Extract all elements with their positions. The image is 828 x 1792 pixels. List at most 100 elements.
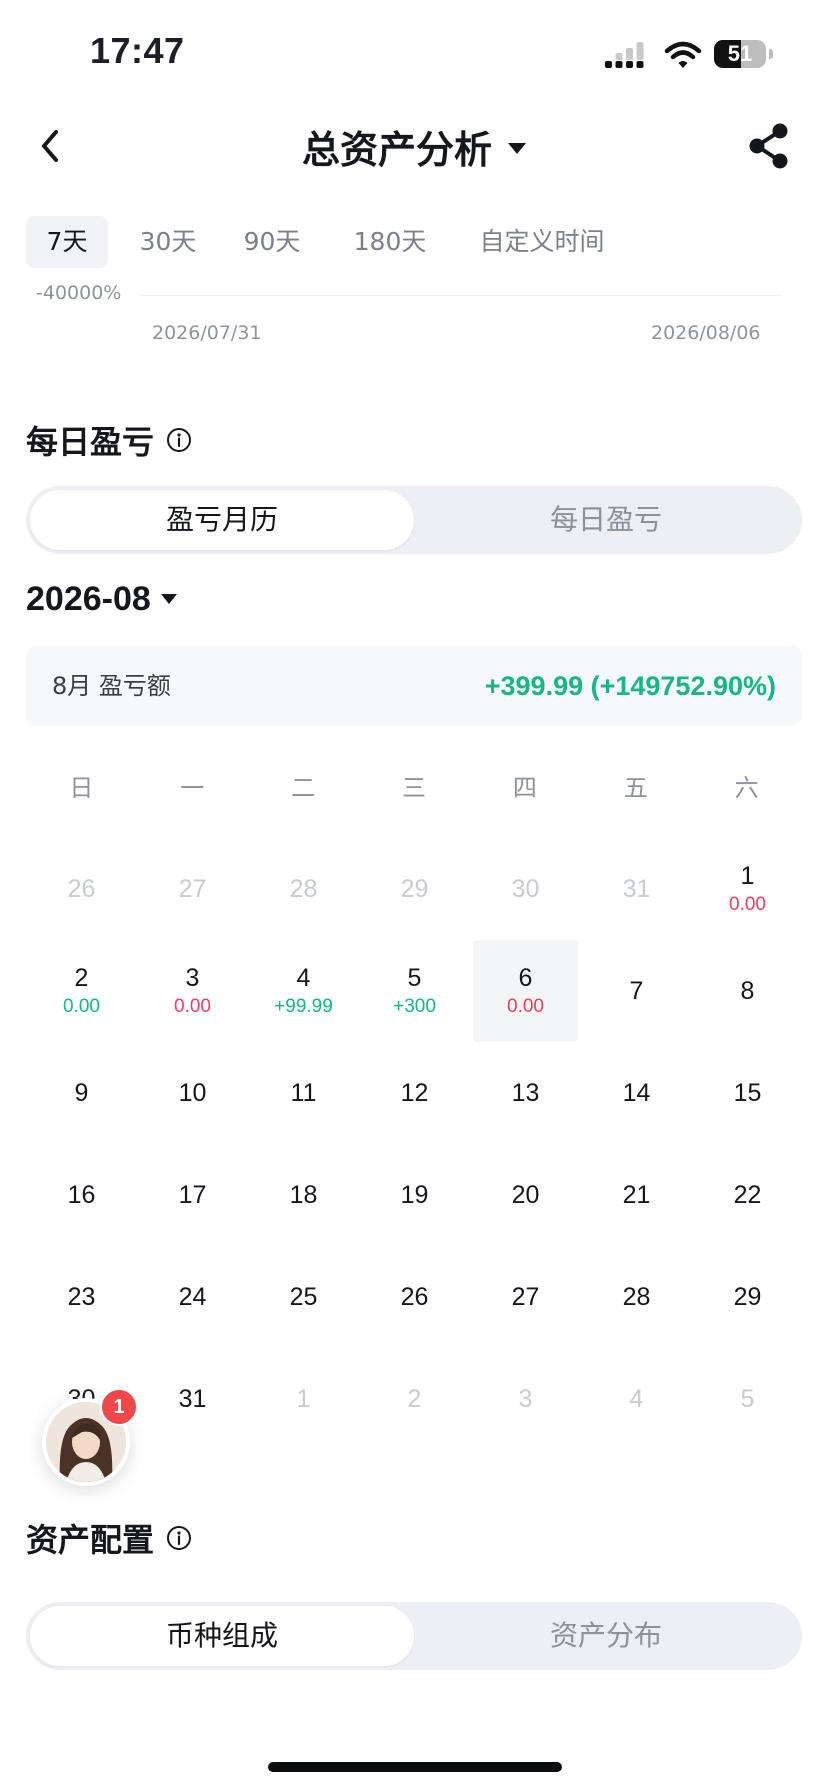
calendar-day[interactable]: 16 bbox=[26, 1144, 137, 1246]
day-number: 25 bbox=[289, 1283, 318, 1311]
day-number: 29 bbox=[733, 1283, 762, 1311]
calendar-day: 30 bbox=[470, 838, 581, 940]
day-number: 20 bbox=[511, 1181, 540, 1209]
calendar-day[interactable]: 25 bbox=[248, 1246, 359, 1348]
day-number: 29 bbox=[400, 875, 429, 903]
calendar-day[interactable]: 26 bbox=[359, 1246, 470, 1348]
day-number: 26 bbox=[400, 1283, 429, 1311]
calendar-day[interactable]: 13 bbox=[470, 1042, 581, 1144]
calendar-day: 1 bbox=[248, 1348, 359, 1450]
day-number: 8 bbox=[740, 977, 755, 1005]
weekday-label: 四 bbox=[512, 774, 537, 802]
day-number: 11 bbox=[290, 1079, 317, 1107]
day-number: 4 bbox=[296, 964, 311, 992]
chart-x-start-label: 2026/07/31 bbox=[152, 322, 262, 344]
day-number: 26 bbox=[67, 875, 96, 903]
weekday-label: 六 bbox=[734, 774, 759, 802]
day-number: 27 bbox=[511, 1283, 540, 1311]
segment-currency-composition[interactable]: 币种组成 bbox=[30, 1606, 414, 1666]
day-number: 24 bbox=[178, 1283, 207, 1311]
day-number: 1 bbox=[740, 862, 755, 890]
tab-30d[interactable]: 30天 bbox=[126, 216, 210, 268]
calendar-day[interactable]: 3 0.00 bbox=[137, 940, 248, 1042]
calendar-day[interactable]: 9 bbox=[26, 1042, 137, 1144]
calendar-day[interactable]: 31 bbox=[137, 1348, 248, 1450]
segment-asset-distribution[interactable]: 资产分布 bbox=[414, 1606, 798, 1666]
day-pnl: 0.00 bbox=[507, 996, 544, 1017]
calendar-day[interactable]: 18 bbox=[248, 1144, 359, 1246]
day-number: 14 bbox=[622, 1079, 651, 1107]
calendar-day[interactable]: 15 bbox=[692, 1042, 803, 1144]
segment-daily-pnl[interactable]: 每日盈亏 bbox=[414, 490, 798, 550]
day-number: 15 bbox=[733, 1079, 762, 1107]
day-number: 19 bbox=[400, 1181, 429, 1209]
tab-7d[interactable]: 7天 bbox=[26, 216, 108, 268]
calendar-day[interactable]: 24 bbox=[137, 1246, 248, 1348]
info-icon[interactable] bbox=[166, 427, 192, 453]
day-number: 31 bbox=[178, 1385, 207, 1413]
chevron-down-icon bbox=[160, 594, 177, 604]
calendar-day[interactable]: 11 bbox=[248, 1042, 359, 1144]
tab-custom[interactable]: 自定义时间 bbox=[462, 216, 622, 268]
calendar-day[interactable]: 1 0.00 bbox=[692, 838, 803, 940]
share-icon[interactable] bbox=[746, 122, 792, 170]
calendar-day[interactable]: 4 +99.99 bbox=[248, 940, 359, 1042]
day-number: 27 bbox=[178, 875, 207, 903]
day-number: 30 bbox=[511, 875, 540, 903]
daily-pnl-title: 每日盈亏 bbox=[26, 418, 192, 462]
calendar-day[interactable]: 10 bbox=[137, 1042, 248, 1144]
calendar-day[interactable]: 8 bbox=[692, 940, 803, 1042]
day-number: 5 bbox=[407, 964, 422, 992]
pnl-view-switch: 盈亏月历 每日盈亏 bbox=[26, 486, 802, 554]
calendar-day[interactable]: 21 bbox=[581, 1144, 692, 1246]
day-pnl: 0.00 bbox=[174, 996, 211, 1017]
month-selector[interactable]: 2026-08 bbox=[26, 576, 177, 622]
calendar-day[interactable]: 2 0.00 bbox=[26, 940, 137, 1042]
day-number: 10 bbox=[178, 1079, 207, 1107]
day-number: 7 bbox=[629, 977, 644, 1005]
page-title: 总资产分析 bbox=[301, 127, 492, 172]
day-number: 23 bbox=[67, 1283, 96, 1311]
calendar-day[interactable]: 17 bbox=[137, 1144, 248, 1246]
calendar-day[interactable]: 12 bbox=[359, 1042, 470, 1144]
month-text: 2026-08 bbox=[26, 579, 151, 618]
calendar-day: 4 bbox=[581, 1348, 692, 1450]
calendar-day-today[interactable]: 6 0.00 bbox=[473, 940, 578, 1042]
calendar-day[interactable]: 20 bbox=[470, 1144, 581, 1246]
chart-y-axis-label: -40000% bbox=[36, 282, 122, 304]
chart-gridline bbox=[140, 295, 782, 296]
calendar-day[interactable]: 19 bbox=[359, 1144, 470, 1246]
day-number: 2 bbox=[74, 964, 89, 992]
calendar-day[interactable]: 23 bbox=[26, 1246, 137, 1348]
tab-90d[interactable]: 90天 bbox=[230, 216, 314, 268]
weekday-label: 三 bbox=[402, 774, 426, 802]
calendar-day[interactable]: 14 bbox=[581, 1042, 692, 1144]
monthly-summary-label: 8月 盈亏额 bbox=[52, 672, 171, 700]
calendar-day: 28 bbox=[248, 838, 359, 940]
pnl-calendar: 26 27 28 29 30 31 1 0.00 2 0.00 3 0.00 4 +99.99 5 +300 6… bbox=[26, 838, 802, 1450]
home-indicator bbox=[268, 1762, 562, 1772]
monthly-summary: 8月 盈亏额 +399.99 (+149752.90%) bbox=[26, 646, 802, 726]
calendar-day[interactable]: 27 bbox=[470, 1246, 581, 1348]
asset-allocation-title: 资产配置 bbox=[26, 1516, 192, 1560]
monthly-summary-value: +399.99 (+149752.90%) bbox=[484, 671, 776, 701]
segment-pnl-calendar[interactable]: 盈亏月历 bbox=[30, 490, 414, 550]
page-title-dropdown[interactable]: 总资产分析 bbox=[200, 118, 628, 174]
info-icon[interactable] bbox=[166, 1525, 192, 1551]
day-number: 18 bbox=[289, 1181, 318, 1209]
calendar-day[interactable]: 22 bbox=[692, 1144, 803, 1246]
calendar-day: 5 bbox=[692, 1348, 803, 1450]
calendar-day[interactable]: 7 bbox=[581, 940, 692, 1042]
back-icon[interactable] bbox=[34, 124, 68, 168]
calendar-day: 26 bbox=[26, 838, 137, 940]
calendar-day[interactable]: 29 bbox=[692, 1246, 803, 1348]
tab-180d[interactable]: 180天 bbox=[340, 216, 440, 268]
dropdown-caret-icon bbox=[508, 142, 526, 154]
weekday-label: 五 bbox=[623, 774, 648, 802]
calendar-day: 2 bbox=[359, 1348, 470, 1450]
calendar-day[interactable]: 28 bbox=[581, 1246, 692, 1348]
chart-x-end-label: 2026/08/06 bbox=[651, 322, 761, 344]
day-number: 1 bbox=[296, 1385, 311, 1413]
calendar-day[interactable]: 5 +300 bbox=[359, 940, 470, 1042]
weekday-header: 日 一 二 三 四 五 六 bbox=[26, 768, 802, 804]
